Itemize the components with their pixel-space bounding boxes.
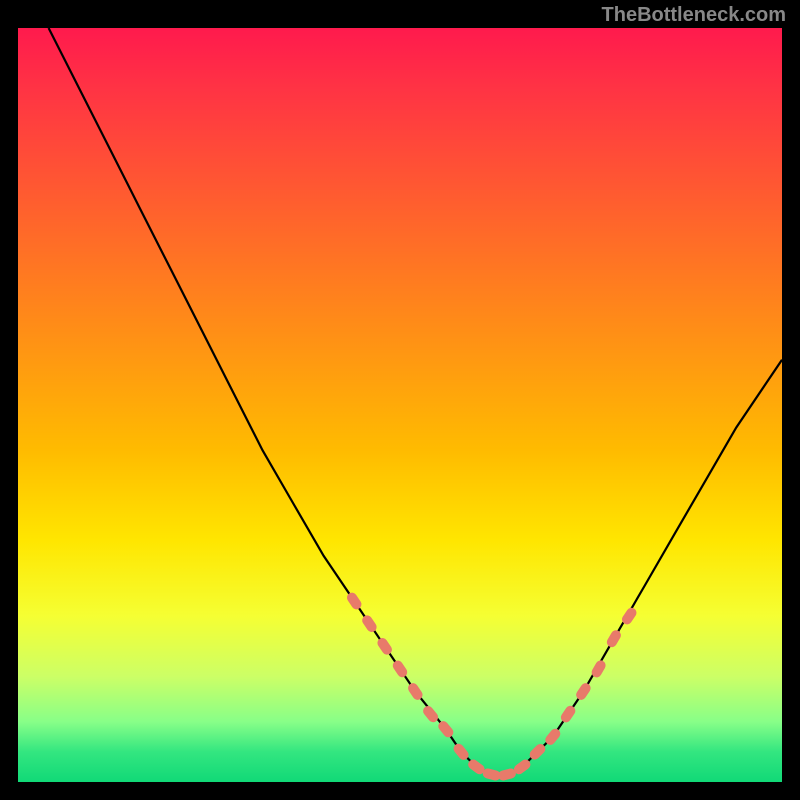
marker-point xyxy=(391,659,409,680)
chart-svg xyxy=(18,28,782,782)
marker-group xyxy=(345,591,638,782)
marker-point xyxy=(376,636,394,657)
bottleneck-curve-line xyxy=(49,28,782,775)
watermark-text: TheBottleneck.com xyxy=(602,4,786,27)
marker-point xyxy=(497,767,517,781)
marker-point xyxy=(345,591,363,612)
marker-point xyxy=(421,704,440,724)
marker-point xyxy=(360,613,378,634)
marker-point xyxy=(574,681,592,702)
marker-point xyxy=(559,704,577,725)
plot-area xyxy=(18,28,782,782)
marker-point xyxy=(605,628,623,649)
